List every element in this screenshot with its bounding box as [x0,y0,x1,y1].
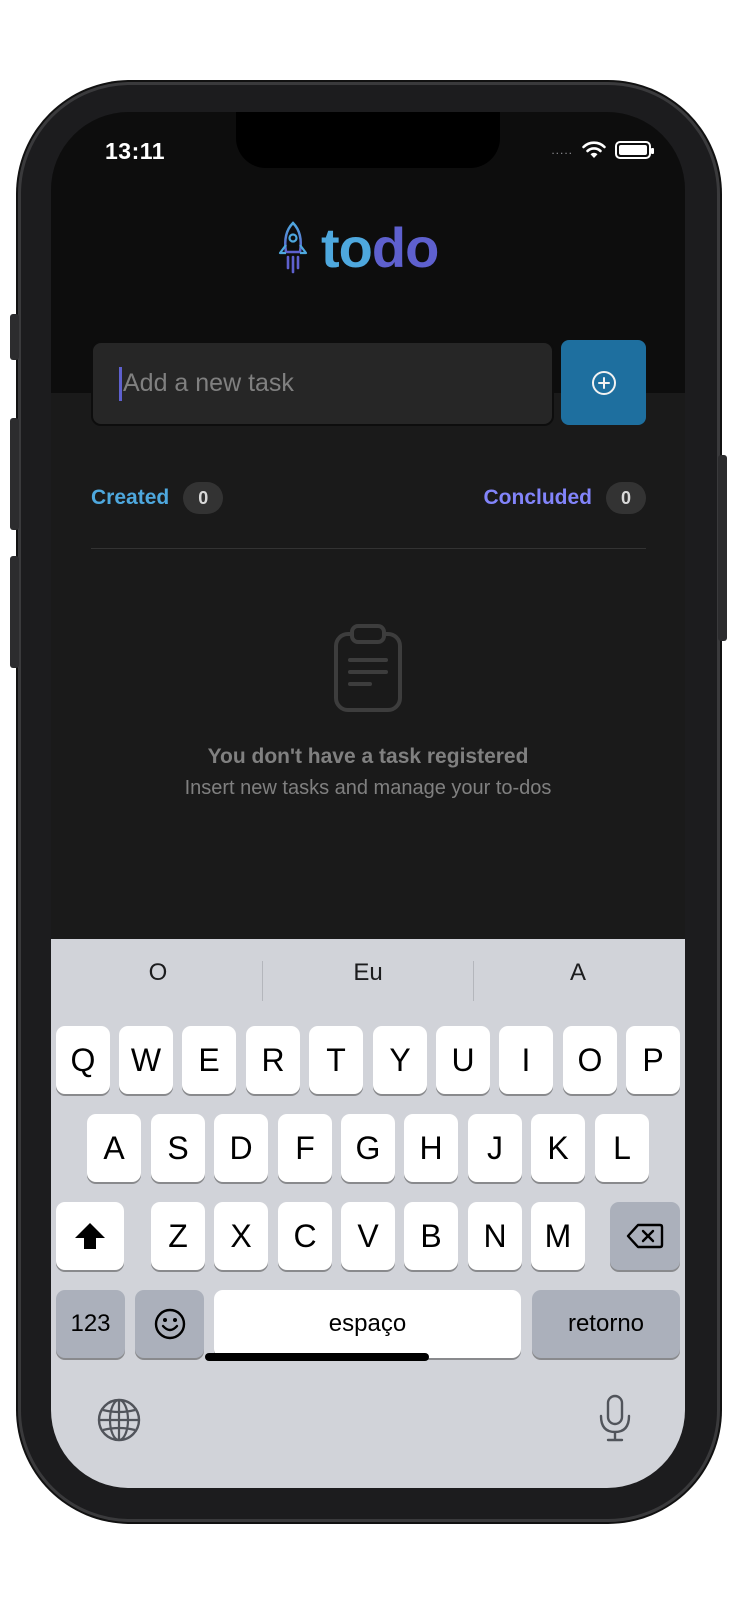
silent-switch [10,314,19,360]
key-z[interactable]: Z [151,1202,205,1270]
key-i[interactable]: I [499,1026,553,1094]
key-v[interactable]: V [341,1202,395,1270]
globe-icon [97,1398,141,1442]
emoji-key[interactable] [135,1290,204,1358]
signal-indicator: ..... [551,143,573,157]
plus-circle-icon [591,370,616,395]
key-r[interactable]: R [246,1026,300,1094]
app-logo: todo [275,220,439,276]
key-s[interactable]: S [151,1114,205,1182]
notch [236,112,500,168]
shift-icon [75,1223,105,1249]
concluded-label: Concluded [483,486,593,509]
clipboard-icon [334,624,402,712]
emoji-icon [154,1308,185,1340]
return-key[interactable]: retorno [532,1290,680,1358]
concluded-count-badge: 0 [606,482,646,514]
key-q[interactable]: Q [56,1026,110,1094]
logo-text-to: to [321,216,373,279]
key-a[interactable]: A [87,1114,141,1182]
key-o[interactable]: O [563,1026,617,1094]
add-task-button[interactable] [561,340,646,425]
volume-down-button [10,556,19,668]
prediction-item[interactable]: O [53,959,263,987]
backspace-key[interactable] [610,1202,680,1270]
numbers-key[interactable]: 123 [56,1290,125,1358]
key-l[interactable]: L [595,1114,649,1182]
key-g[interactable]: G [341,1114,395,1182]
created-count-badge: 0 [183,482,224,514]
key-d[interactable]: D [214,1114,268,1182]
concluded-counter: Concluded 0 [483,482,646,514]
key-t[interactable]: T [309,1026,363,1094]
key-f[interactable]: F [278,1114,332,1182]
key-k[interactable]: K [531,1114,585,1182]
microphone-icon [599,1394,631,1442]
app-screen: 13:11 ..... todo Add a new task Created … [51,112,685,1488]
task-input-placeholder: Add a new task [123,369,294,397]
status-time: 13:11 [105,138,166,164]
created-counter: Created 0 [91,482,224,514]
prediction-item[interactable]: Eu [263,959,473,987]
key-y[interactable]: Y [373,1026,427,1094]
key-c[interactable]: C [278,1202,332,1270]
key-w[interactable]: W [119,1026,173,1094]
key-p[interactable]: P [626,1026,680,1094]
ios-keyboard: O Eu A Q W E R T Y U I O P A S D F G H J… [51,939,685,1488]
battery-icon [615,141,654,159]
task-counters: Created 0 Concluded 0 [91,482,646,516]
wifi-icon [582,141,606,158]
created-label: Created [91,486,170,509]
backspace-icon [626,1223,664,1249]
globe-button[interactable] [97,1398,141,1442]
key-h[interactable]: H [404,1114,458,1182]
logo-text-do: do [371,216,439,279]
key-u[interactable]: U [436,1026,490,1094]
key-b[interactable]: B [404,1202,458,1270]
empty-state: You don't have a task registered Insert … [51,622,685,800]
text-caret [119,366,122,401]
space-key[interactable]: espaço [214,1290,521,1358]
power-button [718,455,727,641]
empty-state-title: You don't have a task registered [207,745,529,768]
empty-state-subtitle: Insert new tasks and manage your to-dos [184,777,552,799]
key-x[interactable]: X [214,1202,268,1270]
prediction-bar: O Eu A [51,939,685,1025]
logo-wordmark: todo [321,220,439,276]
key-e[interactable]: E [182,1026,236,1094]
status-indicators: ..... [551,140,654,160]
dictation-button[interactable] [598,1394,632,1442]
task-input[interactable]: Add a new task [91,341,554,426]
key-j[interactable]: J [468,1114,522,1182]
prediction-item[interactable]: A [473,959,683,987]
key-m[interactable]: M [531,1202,585,1270]
home-indicator[interactable] [205,1353,429,1361]
volume-up-button [10,418,19,530]
rocket-icon [278,221,308,274]
key-n[interactable]: N [468,1202,522,1270]
shift-key[interactable] [56,1202,124,1270]
list-divider [91,548,646,549]
